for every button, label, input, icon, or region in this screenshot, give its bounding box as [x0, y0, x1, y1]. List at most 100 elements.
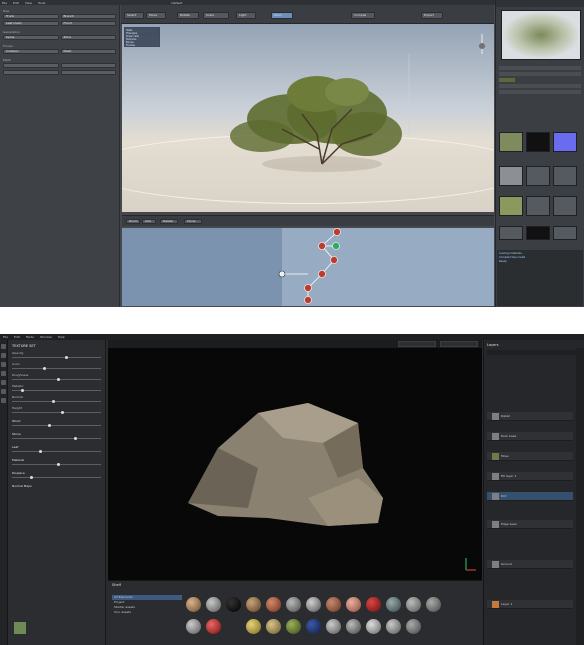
layer-row[interactable]: Detail [487, 412, 573, 421]
picker-icon[interactable] [1, 398, 6, 403]
menu-file[interactable]: File [3, 335, 8, 339]
section-slider[interactable] [12, 463, 101, 466]
generator-button-frond[interactable]: Frond [60, 21, 116, 26]
property-row[interactable] [499, 84, 581, 88]
material-ball[interactable] [346, 597, 361, 612]
material-ball[interactable] [306, 597, 321, 612]
generator-button-extra-3[interactable] [3, 70, 59, 75]
generator-button-spine[interactable]: Spine [3, 35, 59, 40]
section-heading[interactable]: Leaf [8, 442, 105, 450]
generator-button-leaf[interactable]: Leaf mesh [3, 21, 59, 26]
metallic-slider[interactable] [12, 389, 101, 392]
clone-icon[interactable] [1, 389, 6, 394]
texture-slot-opacity[interactable] [526, 132, 550, 152]
section-heading[interactable]: Displace [8, 468, 105, 476]
material-ball[interactable] [286, 619, 301, 634]
material-ball[interactable] [386, 597, 401, 612]
material-ball[interactable] [286, 597, 301, 612]
material-ball[interactable] [186, 619, 201, 634]
generator-button-branch[interactable]: Branch [60, 14, 116, 19]
layer-row-selected[interactable]: Dirt [487, 492, 573, 501]
opacity-slider[interactable] [12, 356, 101, 359]
texture-slot-extra[interactable] [553, 196, 577, 216]
generator-graph[interactable] [122, 228, 494, 306]
texture-slot-detail[interactable] [499, 196, 523, 216]
texture-slot-detail-normal[interactable] [526, 196, 550, 216]
menu-mode[interactable]: Mode [26, 335, 34, 339]
material-ball[interactable] [246, 597, 261, 612]
material-ball[interactable] [326, 597, 341, 612]
property-row[interactable] [499, 90, 581, 94]
generator-button-collision[interactable]: Collision [3, 49, 59, 54]
property-row[interactable] [499, 66, 581, 70]
material-ball[interactable] [406, 619, 421, 634]
menu-help[interactable]: Help [58, 335, 65, 339]
material-thumbnail[interactable] [14, 622, 26, 634]
layer-row[interactable]: Rock base [487, 432, 573, 441]
toolbar-wind-button[interactable]: Wind [271, 12, 293, 19]
section-heading[interactable]: Normal Maps [8, 481, 105, 489]
material-ball[interactable] [366, 597, 381, 612]
toolbar-compile-button[interactable]: Compile [351, 12, 375, 19]
material-ball[interactable] [406, 597, 421, 612]
texture-slot-misc-1[interactable] [499, 226, 523, 240]
menu-edit[interactable]: Edit [14, 335, 20, 339]
layer-row[interactable]: Layer 1 [487, 600, 573, 609]
texture-slot-misc-3[interactable] [553, 226, 577, 240]
generator-button-extra-4[interactable] [60, 70, 116, 75]
section-heading[interactable]: Material [8, 455, 105, 463]
toolbar-move-button[interactable]: Move [146, 12, 166, 19]
texture-slot-diffuse[interactable] [499, 132, 523, 152]
roughness-slider[interactable] [12, 378, 101, 381]
material-ball[interactable] [366, 619, 381, 634]
menu-window[interactable]: Window [40, 335, 52, 339]
generator-button-mesh[interactable]: Mesh [60, 49, 116, 54]
material-ball[interactable] [346, 619, 361, 634]
material-ball[interactable] [306, 619, 321, 634]
smudge-icon[interactable] [1, 380, 6, 385]
texture-slot-spec[interactable] [526, 166, 550, 186]
material-ball[interactable] [186, 597, 201, 612]
generator-button-trunk[interactable]: Trunk [3, 14, 59, 19]
texture-slot-gloss[interactable] [499, 166, 523, 186]
eraser-icon[interactable] [1, 353, 6, 358]
material-ball[interactable] [246, 619, 261, 634]
texture-slot-normal[interactable] [553, 132, 577, 152]
generator-button-zone[interactable]: Zone [60, 35, 116, 40]
menu-tools[interactable]: Tools [38, 1, 45, 5]
material-ball[interactable] [426, 597, 441, 612]
material-ball[interactable] [206, 619, 221, 634]
menu-edit[interactable]: Edit [13, 1, 19, 5]
section-slider[interactable] [12, 424, 101, 427]
section-slider[interactable] [12, 450, 101, 453]
section-heading[interactable]: Stone [8, 429, 105, 437]
normal-slider[interactable] [12, 400, 101, 403]
toolbar-scale-button[interactable]: Scale [203, 12, 229, 19]
section-slider[interactable] [12, 476, 101, 479]
material-ball[interactable] [226, 597, 241, 612]
3d-viewport[interactable] [108, 348, 482, 580]
layer-row[interactable]: Fill layer 1 [487, 472, 573, 481]
toolbar-light-button[interactable]: Light [236, 12, 256, 19]
menu-file[interactable]: File [2, 1, 7, 5]
paint-brush-icon[interactable] [1, 344, 6, 349]
height-slider[interactable] [12, 411, 101, 414]
layer-row[interactable]: Moss [487, 452, 573, 461]
graph-clone-button[interactable]: Clone [184, 219, 202, 224]
material-ball[interactable] [206, 597, 221, 612]
shelf-category[interactable]: Your assets [112, 610, 182, 615]
generator-button-extra-1[interactable] [3, 63, 59, 68]
color-swatch[interactable] [499, 78, 515, 82]
projection-icon[interactable] [1, 362, 6, 367]
material-ball[interactable] [326, 619, 341, 634]
channel-dropdown[interactable] [398, 341, 436, 347]
generator-button-extra-2[interactable] [60, 63, 116, 68]
material-ball[interactable] [386, 619, 401, 634]
property-row[interactable] [499, 72, 581, 76]
menu-view[interactable]: View [25, 1, 32, 5]
color-slider[interactable] [12, 367, 101, 370]
view-dropdown[interactable] [440, 341, 478, 347]
material-ball[interactable] [266, 619, 281, 634]
texture-slot-subsurface[interactable] [553, 166, 577, 186]
texture-slot-misc-2[interactable] [526, 226, 550, 240]
